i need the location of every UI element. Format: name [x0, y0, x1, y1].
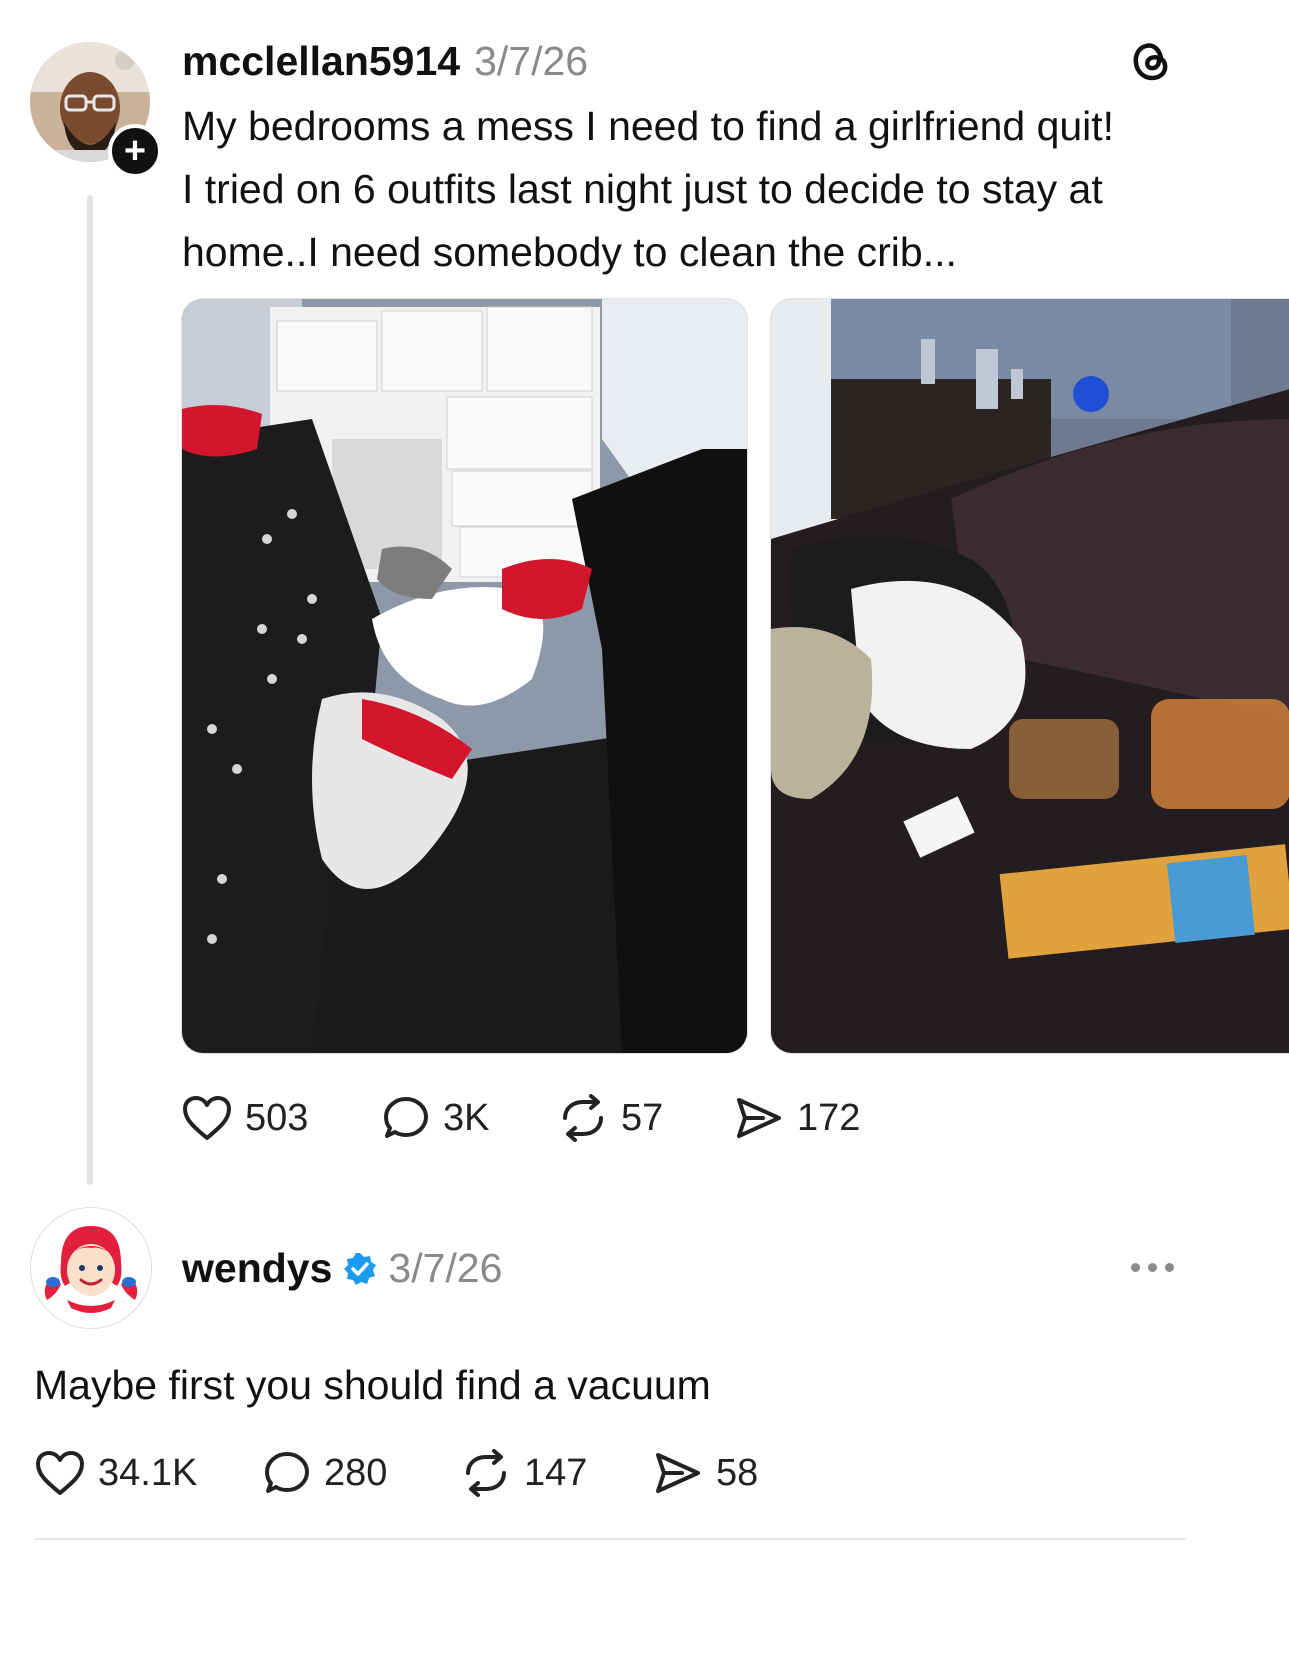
post-username[interactable]: mcclellan5914: [182, 38, 460, 85]
reply-repost-action[interactable]: 147: [460, 1449, 652, 1497]
post-actions: 503 3K 57 172: [181, 1094, 893, 1142]
wendys-logo-icon: [31, 1208, 151, 1328]
comment-bubble-icon: [265, 1452, 309, 1493]
verified-badge-icon: [344, 1252, 377, 1285]
post-text-line: I tried on 6 outfits last night just to …: [182, 166, 1103, 212]
reply-share-count: 58: [716, 1451, 759, 1494]
reply-share-action[interactable]: 58: [652, 1449, 812, 1497]
messy-bed-clothes-photo: [771, 299, 1289, 1053]
repost-count: 57: [621, 1096, 664, 1139]
repost-icon: [563, 1094, 603, 1142]
reply-body: Maybe first you should find a vacuum: [34, 1362, 711, 1408]
repost-action[interactable]: 57: [557, 1094, 733, 1142]
reply-username[interactable]: wendys: [182, 1245, 332, 1292]
wendys-avatar[interactable]: [30, 1207, 152, 1329]
reply-reply-count: 280: [324, 1451, 388, 1494]
reply-count: 3K: [443, 1096, 490, 1139]
reply-date: 3/7/26: [388, 1245, 503, 1291]
post-text-line: My bedrooms a mess I need to find a girl…: [182, 103, 1115, 149]
post-header: mcclellan5914 3/7/26: [182, 38, 588, 85]
post-text-line: home..I need somebody to clean the crib.…: [182, 229, 957, 275]
thread-connector-line: [87, 195, 93, 1185]
messy-bedroom-dresser-photo: [182, 299, 747, 1053]
reply-action[interactable]: 3K: [381, 1094, 557, 1142]
repost-icon: [466, 1449, 506, 1497]
post-body: My bedrooms a mess I need to find a girl…: [182, 95, 1262, 284]
reply-actions: 34.1K 280 147 58: [34, 1449, 812, 1497]
bottom-divider: [34, 1538, 1186, 1540]
like-action[interactable]: 503: [181, 1094, 381, 1142]
reply-like-count: 34.1K: [98, 1451, 198, 1494]
heart-icon: [36, 1451, 84, 1495]
reply-reply-action[interactable]: 280: [262, 1449, 460, 1497]
post-image-2[interactable]: [770, 298, 1289, 1054]
heart-icon: [183, 1096, 231, 1140]
more-options-icon[interactable]: [1131, 1263, 1174, 1272]
reply-repost-count: 147: [524, 1451, 588, 1494]
threads-logo-icon[interactable]: [1128, 38, 1174, 84]
like-count: 503: [245, 1096, 309, 1139]
share-action[interactable]: 172: [733, 1094, 893, 1142]
follow-plus-button[interactable]: +: [108, 124, 162, 178]
comment-bubble-icon: [384, 1097, 428, 1138]
share-count: 172: [797, 1096, 861, 1139]
post-date: 3/7/26: [474, 38, 589, 84]
reply-header: wendys 3/7/26: [182, 1245, 502, 1292]
send-icon: [737, 1098, 781, 1138]
post-image-1[interactable]: [181, 298, 748, 1054]
reply-like-action[interactable]: 34.1K: [34, 1449, 262, 1497]
send-icon: [656, 1453, 700, 1493]
